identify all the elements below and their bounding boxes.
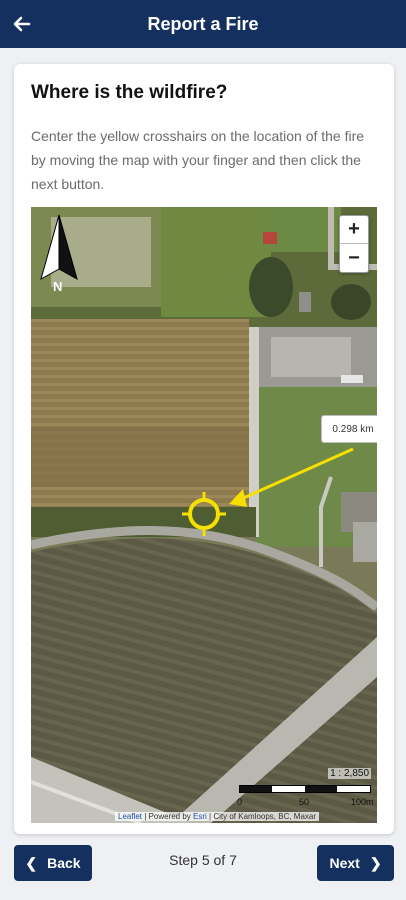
- scale-ratio: 1 : 2,850: [328, 768, 371, 779]
- question-heading: Where is the wildfire?: [31, 82, 228, 103]
- attribution-text: | Powered by: [142, 812, 194, 821]
- scale-label-50: 50: [299, 797, 310, 807]
- map-view[interactable]: N + − 0.298 km 1 : 2,850 0 50 100m Leafl…: [31, 207, 377, 823]
- scale-bar: [239, 785, 371, 793]
- scale-label-100: 100m: [351, 797, 374, 807]
- chevron-right-icon: ❯: [369, 854, 382, 871]
- page-title: Report a Fire: [147, 13, 259, 34]
- app-header: Report a Fire: [0, 0, 406, 48]
- crosshair-icon: [182, 492, 226, 536]
- back-arrow-icon[interactable]: [8, 10, 36, 38]
- location-card: Where is the wildfire? Center the yellow…: [14, 64, 394, 834]
- next-button[interactable]: Next ❯: [317, 845, 394, 881]
- leaflet-link[interactable]: Leaflet: [118, 812, 142, 821]
- scale-label-0: 0: [237, 797, 243, 807]
- attribution-credits: | City of Kamloops, BC, Maxar: [206, 812, 317, 821]
- map-attribution: Leaflet | Powered by Esri | City of Kaml…: [115, 812, 320, 821]
- esri-link[interactable]: Esri: [193, 812, 207, 821]
- instructions-text: Center the yellow crosshairs on the loca…: [31, 128, 365, 192]
- next-button-label: Next: [329, 855, 360, 871]
